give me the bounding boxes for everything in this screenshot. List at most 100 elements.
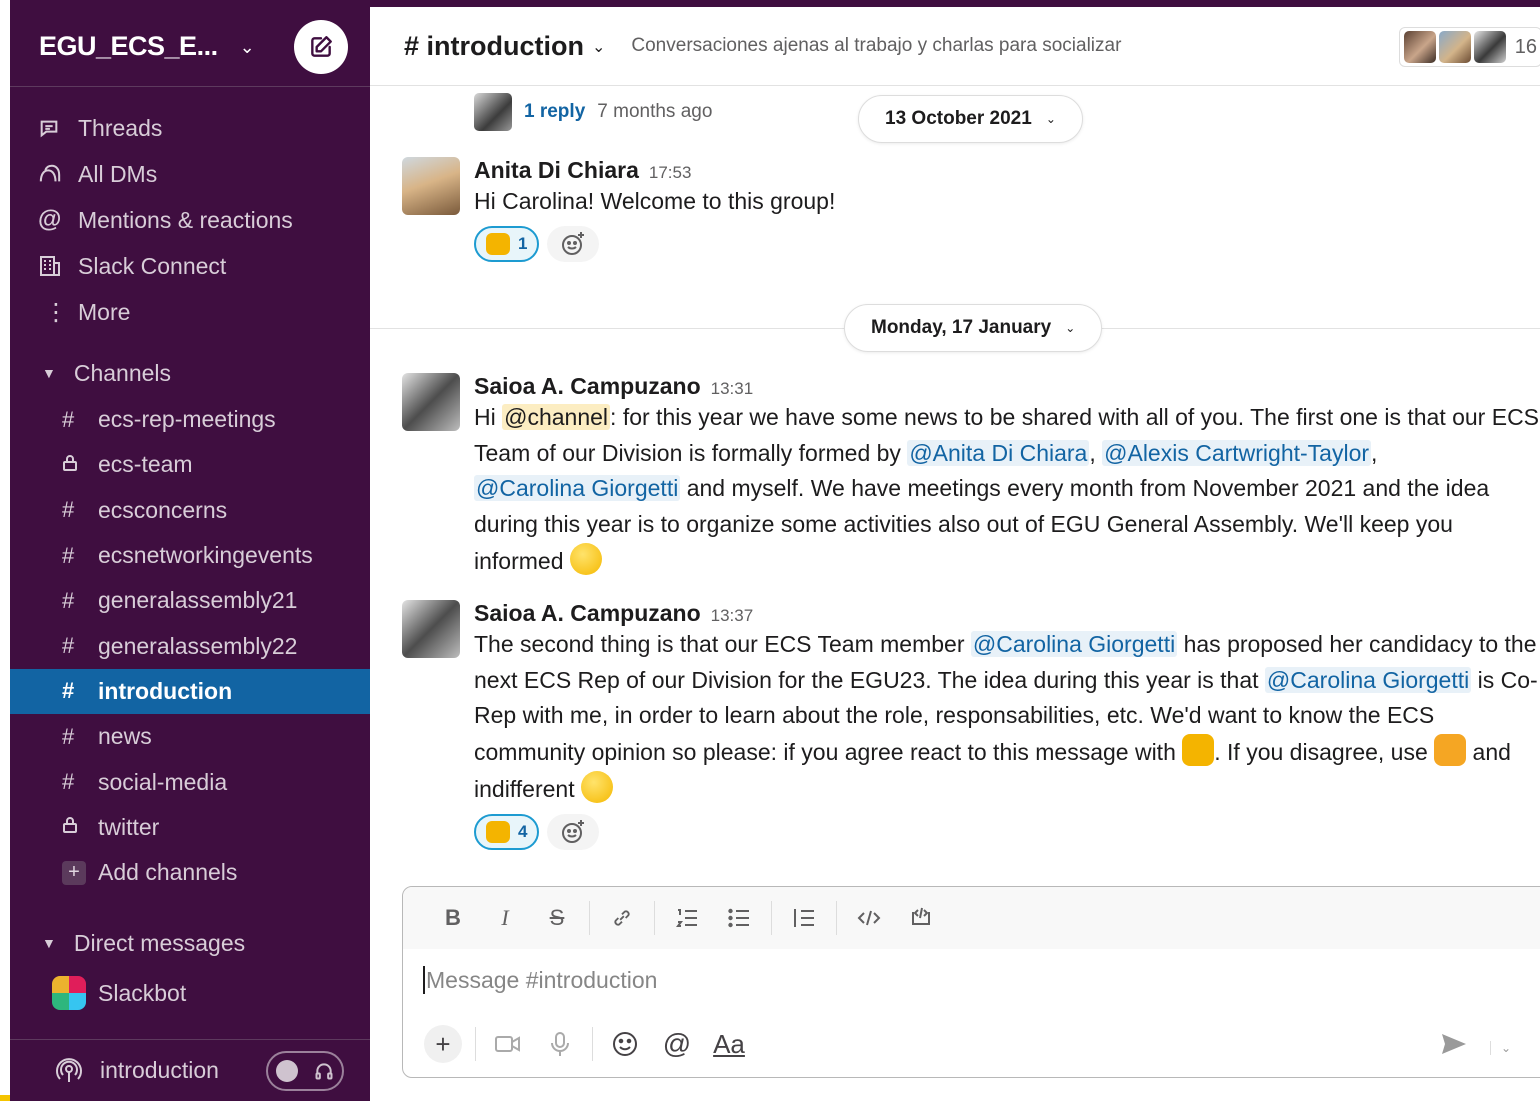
message[interactable]: Saioa A. Campuzano 13:37 The second thing…	[402, 600, 1540, 850]
send-icon[interactable]	[1440, 1032, 1468, 1063]
toolbar-divider	[589, 901, 590, 935]
nav-mentions[interactable]: @ Mentions & reactions	[10, 197, 370, 243]
caret-down-icon[interactable]: ▼	[42, 935, 56, 951]
user-mention[interactable]: @Alexis Cartwright-Taylor	[1102, 439, 1372, 466]
nav-threads[interactable]: Threads	[10, 105, 370, 151]
workspace-name[interactable]: EGU_ECS_E...	[39, 31, 218, 62]
avatar[interactable]	[402, 373, 460, 431]
sidebar-item-ecs-rep-meetings[interactable]: # ecs-rep-meetings	[10, 397, 370, 442]
window-top-strip	[10, 0, 1540, 7]
huddle-channel-label: introduction	[100, 1057, 219, 1083]
avatar[interactable]	[402, 157, 460, 215]
channel-title[interactable]: # introduction	[404, 31, 584, 62]
members-button[interactable]: 16	[1398, 27, 1540, 67]
headset-broadcast-icon	[54, 1056, 84, 1086]
audio-clip-button[interactable]	[534, 1022, 586, 1066]
channel-topic[interactable]: Conversaciones ajenas al trabajo y charl…	[631, 35, 1121, 57]
sidebar-item-generalassembly21[interactable]: # generalassembly21	[10, 578, 370, 623]
sidebar-item-ecs-team[interactable]: ecs-team	[10, 442, 370, 487]
chevron-down-icon: ⌄	[1045, 112, 1056, 126]
nav-more-label: More	[78, 298, 131, 325]
code-block-icon	[912, 907, 930, 925]
blockquote-icon	[794, 909, 814, 927]
text-run: ,	[1089, 439, 1103, 466]
hash-icon: #	[62, 497, 75, 523]
date-divider-pill[interactable]: Monday, 17 January ⌄	[844, 304, 1103, 352]
attach-button[interactable]: +	[417, 1022, 469, 1066]
bold-button[interactable]: B	[427, 898, 479, 938]
sidebar-item-generalassembly22[interactable]: # generalassembly22	[10, 623, 370, 668]
caret-down-icon[interactable]: ▼	[42, 365, 56, 381]
chevron-down-icon[interactable]: ⌄	[240, 37, 255, 58]
video-icon	[495, 1036, 520, 1052]
huddle-toggle[interactable]	[266, 1050, 344, 1091]
video-clip-button[interactable]	[482, 1022, 534, 1066]
mention-button[interactable]: @	[651, 1022, 703, 1066]
sidebar-item-introduction[interactable]: # introduction	[10, 668, 370, 715]
code-block-button[interactable]	[895, 898, 947, 938]
sidebar-item-twitter[interactable]: twitter	[10, 805, 370, 850]
reply-count-link[interactable]: 1 reply	[524, 101, 585, 123]
lock-icon	[62, 452, 98, 478]
hash-icon: #	[62, 678, 75, 704]
date-divider-pill[interactable]: 13 October 2021 ⌄	[858, 95, 1083, 143]
blockquote-button[interactable]	[778, 898, 830, 938]
reaction-raised-hands[interactable]: 4	[474, 813, 540, 850]
user-mention[interactable]: @Carolina Giorgetti	[474, 475, 681, 502]
add-channels-button[interactable]: + Add channels	[10, 850, 370, 895]
nav-slack-connect[interactable]: Slack Connect	[10, 243, 370, 289]
user-mention[interactable]: @Carolina Giorgetti	[970, 631, 1178, 657]
formatting-toggle-button[interactable]: Aa	[703, 1022, 755, 1066]
message-author[interactable]: Saioa A. Campuzano	[474, 373, 701, 399]
at-icon: @	[662, 1028, 692, 1059]
strikethrough-button[interactable]: S	[531, 898, 583, 938]
reaction-count: 4	[518, 821, 528, 841]
channel-mention[interactable]: @channel	[502, 404, 611, 430]
sidebar-item-slackbot[interactable]: Slackbot	[10, 967, 370, 1019]
reply-time: 7 months ago	[597, 101, 713, 122]
nav-more[interactable]: ⋮ More	[10, 289, 370, 335]
toolbar-divider	[592, 1027, 593, 1061]
channels-section-header[interactable]: ▼ Channels	[10, 349, 370, 397]
add-reaction-button[interactable]	[547, 225, 600, 262]
message-input[interactable]: Message #introduction	[403, 949, 1540, 1011]
compose-button[interactable]	[294, 19, 348, 74]
bulleted-list-button[interactable]	[713, 898, 765, 938]
sidebar-item-ecsconcerns[interactable]: # ecsconcerns	[10, 488, 370, 533]
add-reaction-button[interactable]	[547, 813, 600, 850]
message-time[interactable]: 13:37	[711, 606, 754, 625]
schedule-chevron-icon[interactable]: ⌄	[1489, 1040, 1511, 1055]
message-author[interactable]: Anita Di Chiara	[474, 157, 639, 183]
dm-section-header[interactable]: ▼ Direct messages	[10, 919, 370, 967]
more-vertical-icon: ⋮	[44, 298, 68, 326]
user-mention[interactable]: @Carolina Giorgetti	[1264, 666, 1472, 693]
send-controls: ⌄	[1440, 1032, 1511, 1063]
message[interactable]: Saioa A. Campuzano 13:31 Hi @channel: for…	[402, 373, 1540, 580]
reaction-raised-hands[interactable]: 1	[474, 225, 540, 262]
italic-button[interactable]: I	[479, 898, 531, 938]
user-mention[interactable]: @Anita Di Chiara	[907, 439, 1090, 466]
emoji-button[interactable]	[599, 1022, 651, 1066]
code-button[interactable]	[843, 898, 895, 938]
link-button[interactable]	[596, 898, 648, 938]
message-time[interactable]: 13:31	[711, 379, 754, 398]
ordered-list-icon	[676, 909, 697, 927]
avatar[interactable]	[402, 600, 460, 658]
ordered-list-button[interactable]	[661, 898, 713, 938]
nav-all-dms-label: All DMs	[78, 160, 158, 187]
workspace-header[interactable]: EGU_ECS_E... ⌄	[10, 7, 370, 87]
toolbar-divider	[475, 1027, 476, 1061]
message-author[interactable]: Saioa A. Campuzano	[474, 600, 701, 626]
sidebar-item-news[interactable]: # news	[10, 714, 370, 759]
sidebar-item-ecsnetworkingevents[interactable]: # ecsnetworkingevents	[10, 533, 370, 578]
dm-label: Slackbot	[98, 979, 187, 1006]
chevron-down-icon[interactable]: ⌄	[592, 37, 605, 57]
channel-view: # introduction ⌄ Conversaciones ajenas a…	[370, 7, 1540, 1101]
thread-reply-summary[interactable]: 1 reply 7 months ago	[474, 93, 712, 131]
nav-all-dms[interactable]: All DMs	[10, 151, 370, 197]
message-time[interactable]: 17:53	[649, 163, 692, 182]
reply-avatar	[474, 93, 512, 131]
message[interactable]: Anita Di Chiara 17:53 Hi Carolina! Welcom…	[402, 157, 1540, 262]
sidebar-item-social-media[interactable]: # social-media	[10, 759, 370, 804]
channel-label: ecs-rep-meetings	[98, 406, 276, 433]
